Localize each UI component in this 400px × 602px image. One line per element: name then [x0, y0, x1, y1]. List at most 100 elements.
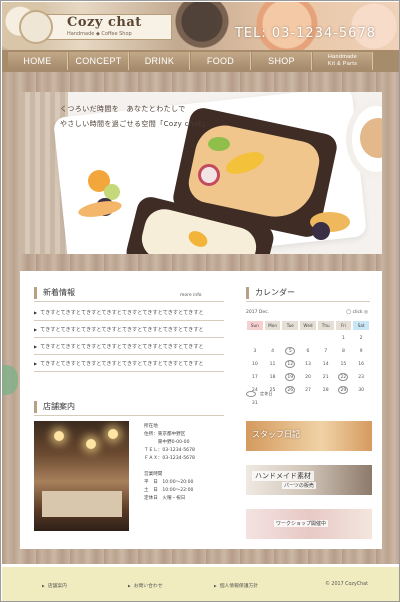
- calendar-day[interactable]: 31: [246, 398, 264, 408]
- calendar-nav[interactable]: ◯ click ◎: [346, 310, 368, 315]
- calendar-day: [281, 333, 299, 343]
- calendar-day-number: 4: [271, 348, 275, 354]
- calendar-day[interactable]: 3: [246, 346, 264, 356]
- nav-concept[interactable]: CONCEPT: [69, 52, 129, 70]
- calendar-day[interactable]: 2: [352, 333, 370, 343]
- calendar-day[interactable]: 15: [335, 359, 353, 369]
- banner-staff-diary[interactable]: スタッフ日記: [246, 421, 372, 451]
- calendar-day[interactable]: 1: [335, 333, 353, 343]
- calendar-day[interactable]: 22: [335, 372, 353, 382]
- banner-label: ハンドメイド素材: [252, 471, 314, 481]
- calendar-day-number: 10: [251, 361, 258, 367]
- calendar-day[interactable]: 21: [317, 372, 335, 382]
- calendar-title: カレンダー: [246, 287, 295, 299]
- site-header: Cozy chat Handmade ◆ Coffee Shop TEL: 03…: [2, 2, 399, 50]
- calendar-day-number: 1: [341, 335, 345, 341]
- calendar-day[interactable]: 10: [246, 359, 264, 369]
- calendar-day-number: 14: [322, 361, 329, 367]
- nav-handmade-line1: Handmade: [327, 54, 358, 60]
- footer-link-shop[interactable]: 店舗案内: [42, 582, 67, 589]
- calendar-day[interactable]: 18: [264, 372, 282, 382]
- calendar-day: [264, 398, 282, 408]
- divider: [34, 337, 224, 338]
- banner-label: スタッフ日記: [252, 430, 300, 439]
- calendar-day[interactable]: 23: [352, 372, 370, 382]
- calendar-day[interactable]: 4: [264, 346, 282, 356]
- divider: [34, 371, 224, 372]
- calendar-day[interactable]: 9: [352, 346, 370, 356]
- calendar-day[interactable]: 12: [281, 359, 299, 369]
- calendar-day[interactable]: 13: [299, 359, 317, 369]
- calendar-day[interactable]: 11: [264, 359, 282, 369]
- calendar-day: [264, 333, 282, 343]
- header-decoration: [162, 2, 242, 50]
- calendar-day-number: 16: [358, 361, 365, 367]
- calendar-day-number: 18: [269, 374, 276, 380]
- calendar-day[interactable]: 17: [246, 372, 264, 382]
- divider: [34, 415, 224, 416]
- news-item[interactable]: てきすとてきすとてきすとてきすとてきすとてきすとてきすとてきすと: [34, 326, 224, 333]
- nav-handmade-line2: Kit & Parts: [327, 61, 358, 67]
- news-title: 新着情報: [34, 287, 75, 299]
- calendar-day: [335, 398, 353, 408]
- news-item[interactable]: てきすとてきすとてきすとてきすとてきすとてきすとてきすとてきすと: [34, 360, 224, 367]
- calendar-day: [246, 333, 264, 343]
- logo-subtitle: Handmade ◆ Coffee Shop: [67, 31, 132, 37]
- calendar-legend: 定休日: [246, 391, 370, 397]
- calendar-day-number: 2: [359, 335, 363, 341]
- calendar-day[interactable]: 5: [281, 346, 299, 356]
- calendar-day[interactable]: 20: [299, 372, 317, 382]
- calendar-day[interactable]: 6: [299, 346, 317, 356]
- calendar-day[interactable]: 19: [281, 372, 299, 382]
- hero-line-1: くつろいだ時間を あなたとわたしで: [60, 105, 186, 113]
- calendar-day[interactable]: 7: [317, 346, 335, 356]
- calendar-day[interactable]: 8: [335, 346, 353, 356]
- banner-sub-label: パーツの販売: [282, 482, 316, 489]
- calendar-day: [317, 333, 335, 343]
- shop-photo: [34, 421, 129, 531]
- nav-drink[interactable]: DRINK: [130, 52, 190, 70]
- logo-emblem-icon: [19, 10, 53, 44]
- site-logo[interactable]: Cozy chat Handmade ◆ Coffee Shop: [19, 10, 172, 44]
- banner-label: ワークショップ開催中: [274, 520, 329, 527]
- hero-radish: [198, 164, 220, 186]
- calendar-dow: Mon: [264, 321, 281, 330]
- calendar-day-number: 15: [340, 361, 347, 367]
- legend-label: 定休日: [260, 391, 273, 396]
- banner-handmade[interactable]: ハンドメイド素材 パーツの販売: [246, 465, 372, 495]
- hero-line-2: やさしい時間を過ごせる空間「Cozy chat」: [60, 120, 210, 128]
- footer-link-privacy[interactable]: 個人情報保護方針: [214, 582, 258, 589]
- nav-shop[interactable]: SHOP: [252, 52, 312, 70]
- calendar-day-number: 31: [251, 400, 258, 406]
- news-item[interactable]: てきすとてきすとてきすとてきすとてきすとてきすとてきすとてきすと: [34, 343, 224, 350]
- calendar-day-number: 11: [269, 361, 276, 367]
- calendar-day-number: 12: [285, 360, 296, 368]
- site-footer: 店舗案内 お問い合わせ 個人情報保護方針 © 2017 CozyChat: [2, 567, 399, 601]
- calendar-day-number: 3: [253, 348, 257, 354]
- calendar-dow: Thu: [317, 321, 334, 330]
- calendar-day: [281, 398, 299, 408]
- calendar-day[interactable]: 16: [352, 359, 370, 369]
- calendar-day[interactable]: 14: [317, 359, 335, 369]
- global-nav: HOME CONCEPT DRINK FOOD SHOP Handmade Ki…: [2, 50, 399, 72]
- calendar-day-number: 22: [338, 373, 349, 381]
- footer-link-contact[interactable]: お問い合わせ: [128, 582, 163, 589]
- hero-herb: [208, 137, 230, 151]
- phone-number: TEL: 03-1234-5678: [234, 26, 376, 41]
- divider: [34, 301, 224, 302]
- calendar-day-number: 21: [322, 374, 329, 380]
- calendar-day-number: 20: [305, 374, 311, 380]
- calendar-day: [352, 398, 370, 408]
- news-more-link[interactable]: more info: [180, 293, 202, 298]
- calendar-day: [317, 398, 335, 408]
- calendar-day: [299, 398, 317, 408]
- calendar-day: [299, 333, 317, 343]
- calendar-day-number: 13: [305, 361, 311, 367]
- nav-handmade[interactable]: Handmade Kit & Parts: [313, 52, 373, 70]
- calendar-dow: Sun: [247, 321, 263, 330]
- news-item[interactable]: てきすとてきすとてきすとてきすとてきすとてきすとてきすとてきすと: [34, 309, 224, 316]
- banner-workshop[interactable]: ワークショップ開催中: [246, 509, 372, 539]
- nav-food[interactable]: FOOD: [191, 52, 251, 70]
- nav-home[interactable]: HOME: [8, 52, 68, 70]
- calendar-dow: Wed: [300, 321, 316, 330]
